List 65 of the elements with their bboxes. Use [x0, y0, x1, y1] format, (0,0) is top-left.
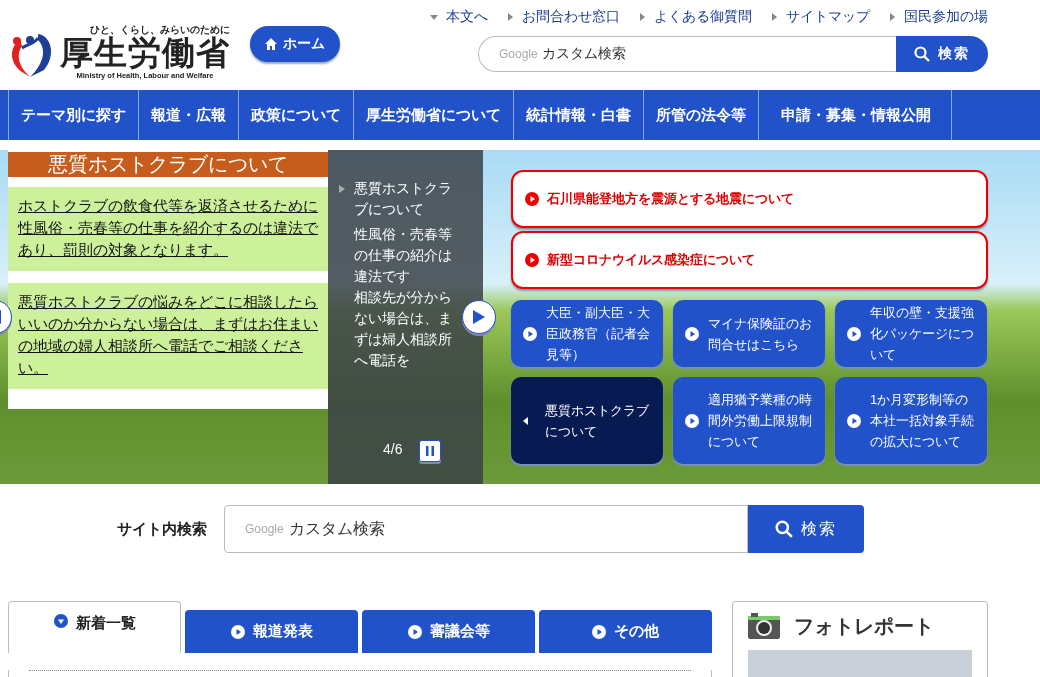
header-link[interactable]: 本文へ — [430, 8, 488, 26]
carousel-item[interactable]: マイナ保険証のお問合せはこちら — [673, 300, 825, 367]
alert-link[interactable]: 石川県能登地方を震源とする地震について — [511, 170, 988, 228]
logo-title: 厚生労働省 — [60, 34, 230, 71]
news-tab[interactable]: 新着一覧 — [8, 601, 181, 653]
caption-text: 性風俗・売春等の仕事の紹介は違法です — [354, 225, 453, 286]
nav-item[interactable]: 厚生労働省について — [353, 90, 513, 140]
play-circle-icon — [847, 326, 861, 341]
down-triangle-icon — [430, 13, 438, 21]
caption-text: 相談先が分からない場合は、まずは婦人相談所へ電話を — [354, 288, 453, 370]
header-link[interactable]: 国民参加の場 — [888, 8, 988, 26]
carousel-item[interactable]: 1か月変形制等の本社一括対象手続の拡大について — [835, 377, 987, 464]
play-circle-icon — [525, 253, 539, 267]
right-triangle-icon — [506, 13, 514, 21]
play-circle-icon — [685, 326, 699, 341]
carousel-item[interactable]: 適用猶予業種の時間外労働上限規制について — [673, 377, 825, 464]
play-circle-icon — [847, 413, 861, 428]
camera-icon — [748, 613, 780, 639]
pause-icon — [426, 446, 434, 456]
down-circle-icon — [53, 614, 68, 628]
right-triangle-icon — [638, 13, 646, 21]
header-link[interactable]: サイトマップ — [770, 8, 870, 26]
news-tab[interactable]: その他 — [539, 610, 712, 653]
slide-text: ホストクラブの飲食代等を返済させるために性風俗・売春等の仕事を紹介するのは違法であり、罰則の対象となります。 — [8, 187, 328, 271]
slide-title: 悪質ホストクラブについて — [8, 152, 328, 177]
nav-item[interactable]: 政策について — [238, 90, 353, 140]
search-icon — [914, 46, 930, 62]
pause-button[interactable] — [419, 440, 441, 462]
search-button[interactable]: 検索 — [896, 36, 988, 72]
caption-title[interactable]: 悪質ホストクラブについて — [354, 178, 463, 220]
home-button[interactable]: ホーム — [250, 26, 340, 62]
left-triangle-icon — [523, 416, 528, 425]
play-circle-icon — [407, 624, 422, 639]
nav-item[interactable]: 申請・募集・情報公開 — [758, 90, 952, 140]
nav-item[interactable]: テーマ別に探す — [8, 90, 138, 140]
play-circle-icon — [592, 624, 606, 639]
play-circle-icon — [685, 413, 699, 428]
news-tab[interactable]: 審議会等 — [362, 610, 535, 653]
right-triangle-icon — [888, 13, 896, 21]
right-triangle-icon — [473, 310, 485, 324]
news-tab[interactable]: 報道発表 — [185, 610, 358, 653]
site-search-button[interactable]: 検索 — [748, 505, 864, 553]
search-icon — [775, 520, 793, 538]
right-triangle-icon — [339, 185, 345, 193]
carousel-item[interactable]: 悪質ホストクラブについて — [511, 377, 663, 464]
play-circle-icon — [525, 192, 539, 206]
next-button[interactable] — [462, 300, 496, 334]
play-circle-icon — [230, 624, 245, 639]
slide-text: 悪質ホストクラブの悩みをどこに相談したらいいのか分からない場合は、まずはお住まいの地域の婦人相談所へ電話でご相談ください。 — [8, 283, 328, 389]
site-search-field[interactable]: Google カスタム検索 — [224, 505, 748, 553]
carousel-item[interactable]: 年収の壁・支援強化パッケージについて — [835, 300, 987, 367]
alert-link[interactable]: 新型コロナウイルス感染症について — [511, 231, 988, 289]
home-icon — [265, 38, 277, 50]
play-circle-icon — [523, 326, 537, 341]
slide-counter: 4/6 — [383, 440, 403, 459]
logo-tagline: ひと、くらし、みらいのために — [90, 24, 230, 35]
nav-item[interactable]: 報道・広報 — [138, 90, 238, 140]
photo-report-title: フォトレポート — [794, 613, 934, 639]
site-search-label: サイト内検索 — [117, 519, 207, 539]
carousel-item[interactable]: 大臣・副大臣・大臣政務官（記者会見等） — [511, 300, 663, 367]
nav-item[interactable]: 統計情報・白書 — [513, 90, 643, 140]
header-link[interactable]: お問合わせ窓口 — [506, 8, 620, 26]
nav-item[interactable]: 所管の法令等 — [643, 90, 758, 140]
header-link[interactable]: よくある御質問 — [638, 8, 752, 26]
right-triangle-icon — [770, 13, 778, 21]
